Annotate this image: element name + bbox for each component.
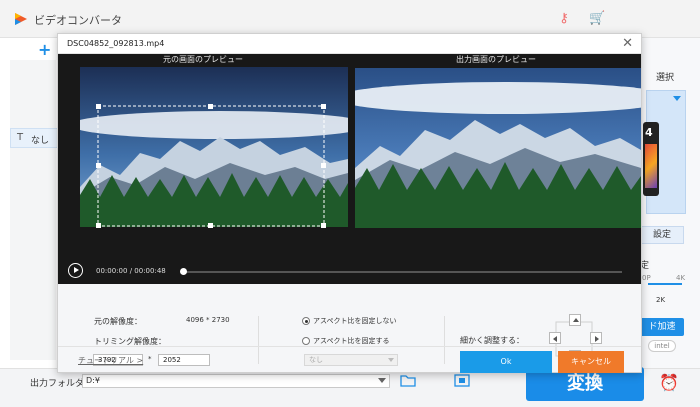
nudge-up-button[interactable] [569, 314, 581, 326]
original-resolution-value: 4096 * 2730 [186, 316, 230, 324]
crop-settings: 元の解像度： 4096 * 2730 トリミング解像度： 3792 * 2052… [58, 284, 641, 366]
time-current: 00:00:00 [96, 267, 128, 275]
format-select-label: 選択 [656, 73, 675, 83]
close-icon[interactable]: ✕ [622, 36, 633, 51]
format-number: 4 [645, 126, 653, 139]
folder-icon[interactable] [400, 373, 416, 387]
chevron-down-icon[interactable] [378, 378, 386, 383]
time-separator: / [129, 267, 133, 275]
crop-frame[interactable] [58, 54, 358, 259]
nudge-left-button[interactable] [549, 332, 561, 344]
text-icon: T [17, 132, 24, 143]
tutorial-link[interactable]: チュートリアル > [78, 355, 143, 366]
output-folder-value: D:¥ [86, 376, 100, 385]
left-margin [0, 60, 10, 360]
aspect-lock-label: アスペクト比を固定する [313, 337, 390, 345]
play-icon[interactable] [68, 263, 83, 278]
app-title: ビデオコンバータ [34, 14, 122, 27]
add-file-icon[interactable]: + [38, 40, 51, 59]
dialog-footer: チュートリアル > Ok キャンセル [58, 346, 641, 373]
subtitle-label: なし [31, 136, 50, 146]
output-folder-field[interactable]: D:¥ [82, 374, 390, 388]
dialog-file-name: DSC04852_092813.mp4 [67, 39, 165, 48]
dialog-titlebar: DSC04852_092813.mp4 ✕ [58, 34, 641, 54]
format-settings-button[interactable]: 設定 [640, 226, 684, 244]
key-icon[interactable]: ⚷ [556, 11, 572, 27]
aspect-unlock-radio[interactable] [302, 317, 310, 325]
slider-value: 2K [656, 296, 666, 304]
cart-icon[interactable]: 🛒 [589, 11, 605, 27]
time-display: 00:00:00 / 00:00:48 [96, 267, 166, 275]
output-preview-label: 出力画面のプレビュー [456, 55, 536, 64]
resolution-slider[interactable] [648, 283, 682, 285]
subtitle-selector[interactable]: T なし [10, 128, 60, 148]
seek-track[interactable] [182, 271, 622, 273]
output-preview-image [355, 68, 641, 228]
intel-badge: intel [648, 340, 676, 352]
original-resolution-label: 元の解像度： [94, 317, 142, 326]
device-icon: 4 [643, 122, 659, 196]
nudge-right-button[interactable] [590, 332, 602, 344]
slider-max: 4K [676, 274, 686, 282]
preview-area: 元の画面のプレビュー 出力画面のプレビュー [58, 54, 641, 259]
seek-knob[interactable] [180, 268, 187, 275]
time-total: 00:00:48 [134, 267, 166, 275]
playback-bar: 00:00:00 / 00:00:48 [58, 259, 641, 284]
file-list-area [10, 60, 56, 360]
cancel-button[interactable]: キャンセル [558, 351, 624, 373]
fine-adjust-label: 細かく調整する： [460, 336, 524, 345]
aspect-lock-radio[interactable] [302, 337, 310, 345]
open-folder-icon[interactable] [454, 373, 470, 387]
slider-min: 0P [642, 274, 651, 282]
ok-button[interactable]: Ok [460, 351, 552, 373]
alarm-clock-icon[interactable]: ⏰ [658, 372, 680, 394]
dropdown-icon [673, 96, 681, 101]
aspect-unlock-label: アスペクト比を固定しない [313, 317, 397, 325]
crop-dialog: DSC04852_092813.mp4 ✕ 元の画面のプレビュー 出力画面のプレ… [57, 33, 642, 373]
hw-accel-button[interactable]: ド加速 [640, 318, 684, 336]
app-logo-icon [15, 13, 27, 25]
